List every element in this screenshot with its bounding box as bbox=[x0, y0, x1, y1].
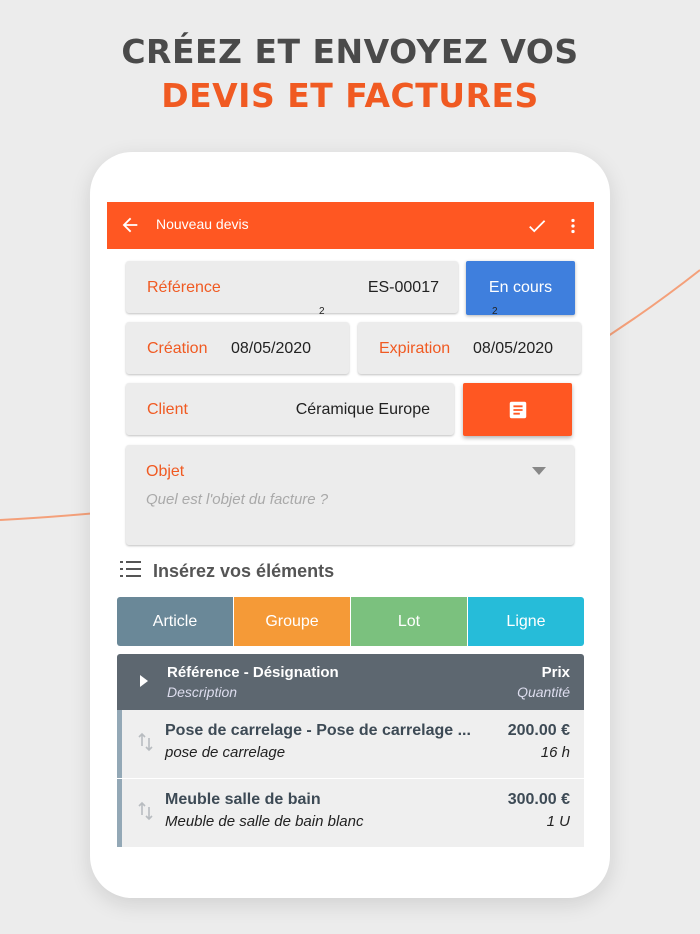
badge-left: 2 bbox=[319, 306, 325, 317]
headline: CRÉEZ ET ENVOYEZ VOS DEVIS ET FACTURES bbox=[0, 30, 700, 118]
dropdown-arrow-icon[interactable] bbox=[532, 467, 546, 475]
client-label: Client bbox=[147, 401, 188, 418]
reorder-icon[interactable] bbox=[138, 801, 154, 821]
reference-value: ES-00017 bbox=[367, 279, 439, 296]
client-field[interactable]: Client Céramique Europe bbox=[126, 383, 454, 435]
more-vert-icon[interactable] bbox=[567, 215, 579, 237]
header-quantity: Quantité bbox=[517, 684, 570, 700]
creation-field[interactable]: Création 08/05/2020 bbox=[126, 322, 349, 374]
expiration-field[interactable]: Expiration 08/05/2020 bbox=[358, 322, 581, 374]
header-description: Description bbox=[167, 684, 238, 700]
header-reference: Référence - Désignation bbox=[167, 664, 339, 681]
row-price: 200.00 € bbox=[507, 722, 570, 739]
section-title: Insérez vos éléments bbox=[153, 561, 335, 581]
reference-label: Référence bbox=[147, 279, 221, 296]
row-price: 300.00 € bbox=[507, 791, 570, 808]
objet-placeholder: Quel est l'objet du facture ? bbox=[146, 491, 329, 508]
row-quantity: 16 h bbox=[540, 744, 570, 761]
back-arrow-icon[interactable] bbox=[119, 214, 141, 236]
app-bar: Nouveau devis bbox=[107, 202, 594, 249]
expiration-value: 08/05/2020 bbox=[473, 340, 554, 357]
check-icon[interactable] bbox=[526, 215, 548, 237]
headline-line-1: CRÉEZ ET ENVOYEZ VOS bbox=[121, 32, 579, 71]
creation-label: Création bbox=[147, 340, 208, 357]
tab-article[interactable]: Article bbox=[117, 597, 233, 646]
status-button[interactable]: En cours bbox=[466, 261, 575, 315]
table-row[interactable]: Meuble salle de bain Meuble de salle de … bbox=[117, 779, 584, 847]
app-screen: Nouveau devis Référence ES-00017 En cour… bbox=[107, 202, 594, 847]
row-description: Meuble de salle de bain blanc bbox=[165, 813, 364, 830]
row-description: pose de carrelage bbox=[165, 744, 286, 761]
header-price: Prix bbox=[541, 664, 570, 681]
expiration-label: Expiration bbox=[379, 340, 451, 357]
tab-lot[interactable]: Lot bbox=[351, 597, 467, 646]
app-bar-title: Nouveau devis bbox=[156, 216, 249, 232]
objet-label: Objet bbox=[146, 463, 185, 480]
expand-arrow-icon[interactable] bbox=[139, 675, 149, 687]
creation-value: 08/05/2020 bbox=[231, 340, 312, 357]
tab-groupe[interactable]: Groupe bbox=[234, 597, 350, 646]
row-name: Pose de carrelage - Pose de carrelage ..… bbox=[165, 722, 471, 739]
badge-right: 2 bbox=[492, 306, 498, 317]
reorder-icon[interactable] bbox=[138, 732, 154, 752]
reference-field[interactable]: Référence ES-00017 bbox=[126, 261, 458, 313]
objet-field[interactable]: Objet Quel est l'objet du facture ? bbox=[126, 445, 574, 545]
headline-line-2: DEVIS ET FACTURES bbox=[161, 76, 539, 115]
list-icon bbox=[120, 561, 141, 577]
row-name: Meuble salle de bain bbox=[165, 791, 321, 808]
table-row[interactable]: Pose de carrelage - Pose de carrelage ..… bbox=[117, 710, 584, 778]
table-header: Référence - Désignation Description Prix… bbox=[117, 654, 584, 710]
client-picker-button[interactable] bbox=[463, 383, 572, 436]
row-quantity: 1 U bbox=[546, 813, 570, 830]
client-value: Céramique Europe bbox=[295, 401, 430, 418]
tab-ligne[interactable]: Ligne bbox=[468, 597, 584, 646]
document-icon bbox=[509, 401, 527, 419]
